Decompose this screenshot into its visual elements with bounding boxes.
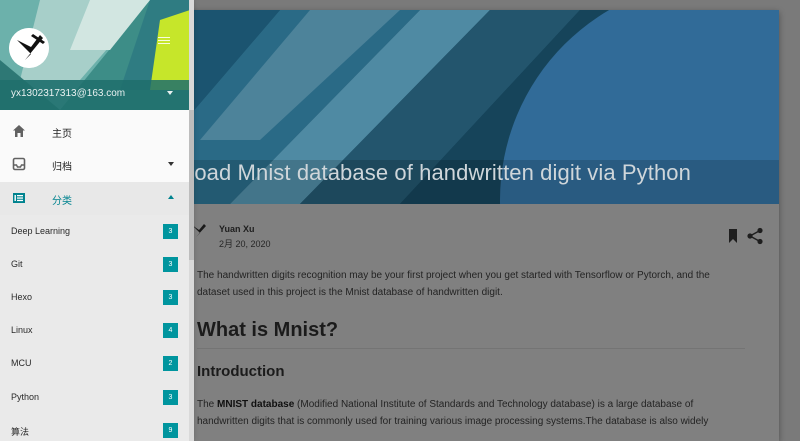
category-item-mcu[interactable]: MCU 2 [0, 347, 190, 380]
heading-what-is-mnist: What is Mnist? [197, 319, 745, 349]
nav-drawer: yx1302317313@163.com 主页 归档 分类 Deep Learn… [0, 0, 190, 441]
category-item-deep-learning[interactable]: Deep Learning 3 [0, 215, 190, 248]
paragraph-lead: The [197, 399, 218, 410]
share-icon[interactable] [746, 227, 764, 245]
drawer-header: yx1302317313@163.com [0, 0, 190, 110]
category-item-python[interactable]: Python 3 [0, 381, 190, 414]
chevron-down-icon [168, 162, 174, 166]
intro-paragraph: The handwritten digits recognition may b… [197, 270, 710, 298]
mnist-term: MNIST database [217, 399, 295, 410]
post-hero-image: Load Mnist database of handwritten digit… [160, 10, 779, 204]
category-list: Deep Learning 3 Git 3 Hexo 3 Linux 4 MCU… [0, 215, 190, 441]
nav-label-categories: 分类 [52, 196, 72, 207]
archive-icon [12, 157, 26, 171]
category-count-badge: 3 [163, 390, 178, 405]
author-name[interactable]: Yuan Xu [219, 224, 255, 234]
bookmark-icon[interactable] [726, 228, 740, 244]
category-label: Python [11, 392, 40, 402]
category-label: Hexo [11, 292, 33, 302]
post-body: The handwritten digits recognition may b… [197, 267, 745, 430]
category-count-badge: 3 [163, 257, 178, 272]
heading-introduction: Introduction [197, 363, 285, 380]
nav-label-home: 主页 [52, 129, 72, 140]
post-meta: Yuan Xu 2月 20, 2020 [160, 215, 779, 255]
user-avatar[interactable] [9, 28, 49, 68]
category-label: Git [11, 259, 23, 269]
nav-label-archive: 归档 [52, 162, 72, 173]
category-label: 算法 [11, 427, 30, 437]
nav-item-home[interactable]: 主页 [0, 115, 190, 148]
home-icon [13, 125, 25, 137]
category-item-git[interactable]: Git 3 [0, 248, 190, 281]
post-date: 2月 20, 2020 [219, 239, 271, 249]
category-label: Deep Learning [11, 226, 71, 236]
nav-item-categories[interactable]: 分类 [0, 182, 190, 215]
category-item-linux[interactable]: Linux 4 [0, 314, 190, 347]
category-count-badge: 3 [163, 224, 178, 239]
nav-item-archive[interactable]: 归档 [0, 148, 190, 181]
drawer-scroll-thumb[interactable] [189, 110, 194, 260]
mnist-paragraph: The MNIST database (Modified National In… [197, 396, 745, 430]
category-item-algorithms[interactable]: 算法 9 [0, 414, 190, 441]
chevron-up-icon [168, 195, 174, 199]
menu-icon[interactable] [158, 37, 170, 47]
category-label: Linux [11, 325, 33, 335]
chevron-down-icon[interactable] [167, 91, 173, 95]
category-item-hexo[interactable]: Hexo 3 [0, 281, 190, 314]
category-count-badge: 2 [163, 356, 178, 371]
category-count-badge: 9 [163, 423, 178, 438]
category-icon [13, 193, 25, 203]
category-label: MCU [11, 358, 32, 368]
post-title: Load Mnist database of handwritten digit… [182, 160, 691, 185]
post-card: Load Mnist database of handwritten digit… [160, 10, 779, 441]
category-count-badge: 3 [163, 290, 178, 305]
user-email: yx1302317313@163.com [11, 88, 126, 99]
category-count-badge: 4 [163, 323, 178, 338]
